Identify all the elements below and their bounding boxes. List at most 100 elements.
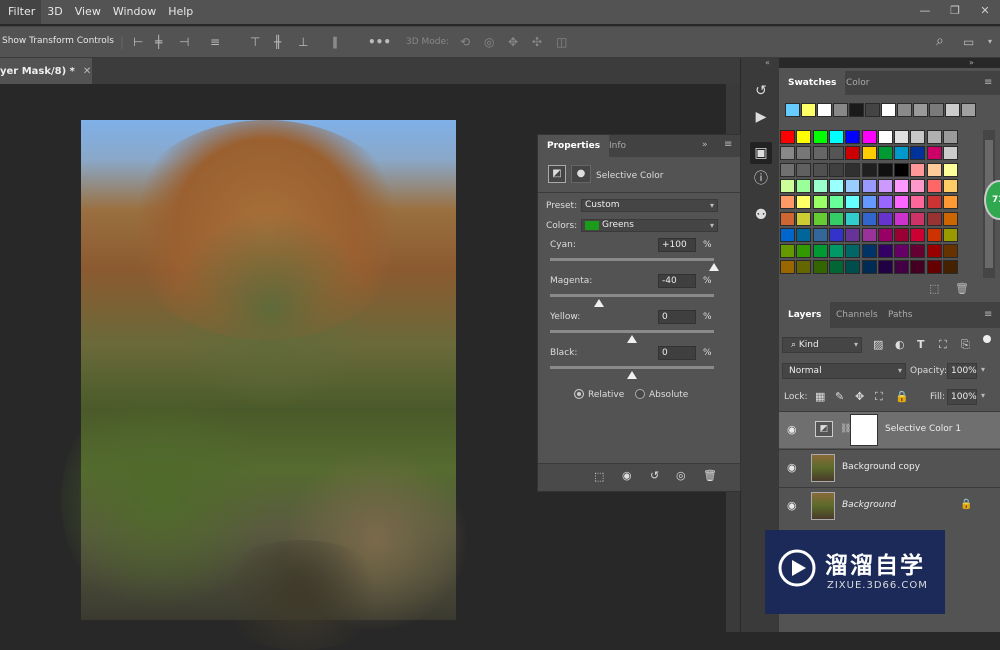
swatch[interactable] [877, 195, 893, 210]
lock-transparent-icon[interactable]: ▦ [815, 390, 825, 403]
filter-shape-icon[interactable]: ⛶ [939, 338, 947, 352]
swatch[interactable] [796, 244, 812, 259]
swatch[interactable] [926, 227, 942, 242]
swatch[interactable] [943, 195, 958, 210]
filter-pixel-icon[interactable]: ▨ [873, 338, 883, 351]
recent-swatch[interactable] [897, 103, 912, 117]
swatch[interactable] [828, 244, 844, 259]
view-previous-icon[interactable]: ◉ [622, 469, 632, 482]
align-left-icon[interactable]: ⊢ [133, 35, 143, 49]
swatch[interactable] [943, 211, 958, 226]
colors-dropdown[interactable]: Greens ▾ [581, 219, 718, 232]
swatch[interactable] [812, 244, 828, 259]
menu-filter[interactable]: Filter [0, 0, 42, 24]
swatch[interactable] [943, 244, 958, 259]
tab-paths[interactable]: Paths [879, 302, 921, 328]
slider-handle[interactable] [709, 263, 719, 271]
recent-swatch[interactable] [913, 103, 928, 117]
swatch[interactable] [796, 130, 812, 144]
swatch[interactable] [943, 227, 958, 242]
blend-mode-dropdown[interactable]: Normal ▾ [782, 363, 906, 379]
swatch[interactable] [926, 178, 942, 193]
swatch[interactable] [812, 178, 828, 193]
swatch[interactable] [877, 244, 893, 259]
recent-swatch[interactable] [817, 103, 832, 117]
filter-kind-dropdown[interactable]: ⌕ Kind ▾ [782, 337, 862, 353]
slider-handle[interactable] [627, 335, 637, 343]
swatch[interactable] [828, 211, 844, 226]
distribute-vertical-icon[interactable]: ∥ [332, 35, 338, 49]
document-image[interactable] [61, 120, 471, 650]
swatch[interactable] [910, 162, 926, 177]
swatch[interactable] [943, 178, 958, 193]
panel-menu-icon[interactable]: ≡ [724, 139, 732, 150]
absolute-radio[interactable] [635, 389, 645, 399]
visibility-eye-icon[interactable]: ◉ [787, 423, 797, 436]
swatch[interactable] [894, 178, 910, 193]
swatch[interactable] [926, 162, 942, 177]
swatch[interactable] [828, 146, 844, 161]
slider-value-input[interactable]: -40 [658, 274, 696, 288]
swatch[interactable] [828, 260, 844, 275]
swatch[interactable] [780, 146, 795, 161]
swatch[interactable] [861, 146, 877, 161]
swatch[interactable] [926, 244, 942, 259]
swatch[interactable] [845, 178, 861, 193]
lock-artboard-icon[interactable]: ⛶ [875, 390, 883, 404]
slider-handle[interactable] [627, 371, 637, 379]
swatch[interactable] [812, 146, 828, 161]
swatch[interactable] [910, 227, 926, 242]
swatch[interactable] [812, 260, 828, 275]
reset-icon[interactable]: ↺ [650, 469, 659, 482]
tab-layers[interactable]: Layers [779, 302, 831, 328]
chevron-down-icon[interactable]: ▾ [988, 37, 992, 46]
clip-to-layer-icon[interactable]: ⬚ [594, 470, 604, 483]
swatch[interactable] [894, 227, 910, 242]
swatch[interactable] [780, 211, 795, 226]
filter-adjustment-icon[interactable]: ◐ [895, 338, 905, 351]
collapse-icon[interactable]: » [969, 58, 974, 67]
swatch[interactable] [861, 227, 877, 242]
menu-window[interactable]: Window [107, 0, 162, 24]
minimize-button[interactable]: — [910, 0, 940, 22]
align-top-icon[interactable]: ⊤ [250, 35, 260, 49]
swatch[interactable] [877, 211, 893, 226]
swatch[interactable] [943, 260, 958, 275]
recent-swatch[interactable] [945, 103, 960, 117]
recent-swatch[interactable] [881, 103, 896, 117]
align-middle-icon[interactable]: ╫ [274, 35, 281, 49]
swatch[interactable] [943, 162, 958, 177]
swatch[interactable] [812, 227, 828, 242]
more-options-icon[interactable]: ••• [368, 35, 391, 49]
swatch[interactable] [926, 195, 942, 210]
recent-swatch[interactable] [961, 103, 976, 117]
3d-scale-icon[interactable]: ◫ [556, 35, 567, 49]
filter-toggle[interactable] [983, 335, 991, 343]
swatch[interactable] [845, 260, 861, 275]
layer-row-selective-color[interactable]: ◉ ◩ ⛓ Selective Color 1 [779, 411, 1000, 448]
3d-roll-icon[interactable]: ◎ [484, 35, 494, 49]
swatch[interactable] [780, 260, 795, 275]
swatch[interactable] [812, 162, 828, 177]
tab-channels[interactable]: Channels [827, 302, 887, 328]
swatch[interactable] [796, 211, 812, 226]
search-icon[interactable]: ⌕ [936, 33, 944, 49]
mask-icon[interactable]: ● [571, 165, 591, 183]
visibility-eye-icon[interactable]: ◉ [787, 461, 797, 474]
swatch[interactable] [894, 146, 910, 161]
filter-type-icon[interactable]: T [917, 338, 925, 351]
swatch[interactable] [812, 130, 828, 144]
menu-help[interactable]: Help [162, 0, 199, 24]
swatch[interactable] [861, 130, 877, 144]
link-icon[interactable]: ⛓ [840, 424, 851, 434]
swatch[interactable] [812, 211, 828, 226]
swatch[interactable] [861, 244, 877, 259]
visibility-eye-icon[interactable]: ◎ [676, 469, 686, 482]
swatch[interactable] [828, 195, 844, 210]
layer-row-background[interactable]: ◉ Background 🔒 [779, 487, 1000, 524]
swatch[interactable] [828, 227, 844, 242]
show-transform-controls-label[interactable]: Show Transform Controls [2, 36, 114, 46]
trash-icon[interactable]: 🗑 [703, 469, 717, 482]
recent-swatch[interactable] [801, 103, 816, 117]
slider-value-input[interactable]: 0 [658, 346, 696, 360]
